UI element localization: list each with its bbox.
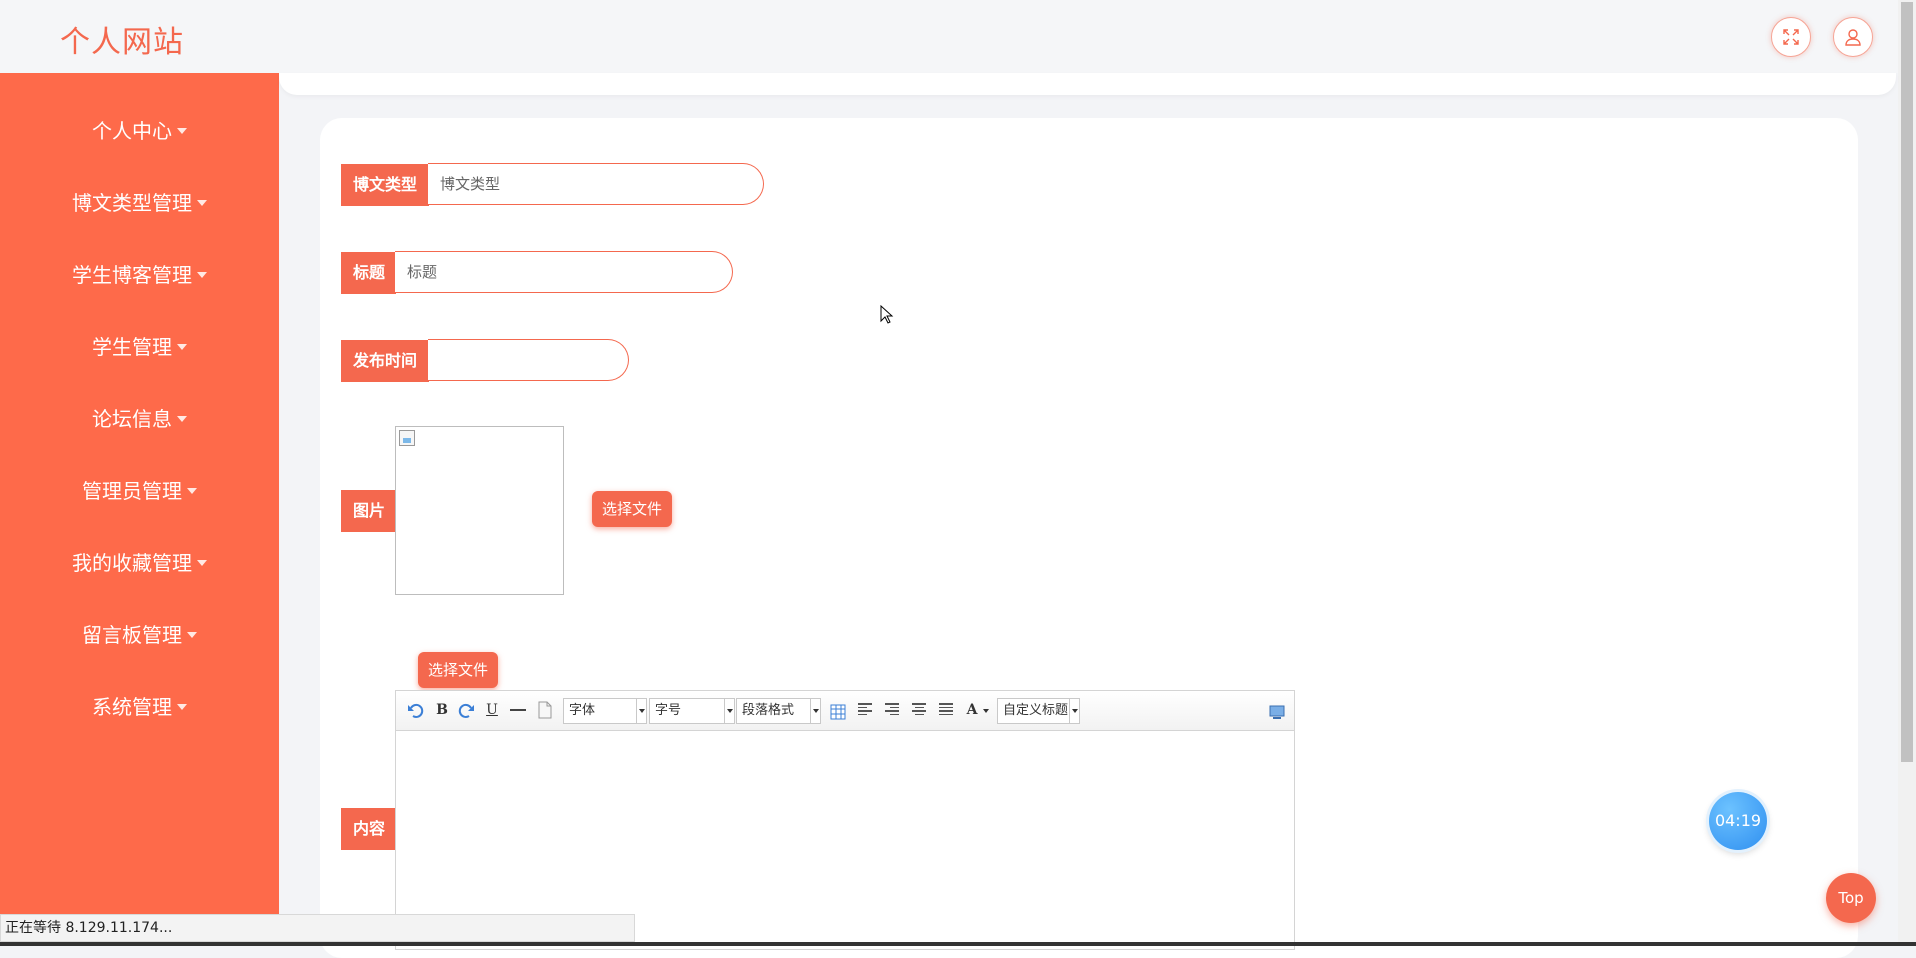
user-button[interactable]	[1833, 17, 1873, 57]
sidebar-item-forum[interactable]: 论坛信息	[0, 399, 279, 439]
caret-down-icon	[197, 271, 207, 278]
expand-arrows-icon	[1783, 29, 1799, 45]
table-icon[interactable]	[830, 702, 846, 722]
type-input[interactable]: 博文类型	[428, 163, 764, 205]
font-color-button[interactable]: A	[965, 700, 979, 720]
font-family-select[interactable]: 字体	[563, 698, 647, 724]
publish-time-label: 发布时间	[341, 340, 429, 382]
caret-down-icon	[187, 487, 197, 494]
align-right-icon[interactable]	[885, 703, 899, 716]
breadcrumb-bar	[279, 73, 1896, 95]
fullscreen-editor-icon[interactable]	[1269, 702, 1285, 722]
font-color-dropdown-icon[interactable]	[983, 709, 989, 713]
vertical-scrollbar[interactable]	[1898, 0, 1916, 946]
redo-icon[interactable]	[458, 701, 476, 721]
underline-button[interactable]: U	[485, 700, 499, 720]
sidebar-item-favorites[interactable]: 我的收藏管理	[0, 543, 279, 583]
sidebar-item-blog-type[interactable]: 博文类型管理	[0, 183, 279, 223]
align-justify-icon[interactable]	[939, 703, 953, 716]
taskbar-edge	[0, 942, 1916, 946]
image-preview	[395, 426, 564, 595]
align-center-icon[interactable]	[912, 703, 926, 716]
sidebar-item-students[interactable]: 学生管理	[0, 327, 279, 367]
align-left-icon[interactable]	[858, 703, 872, 716]
editor-toolbar: B U 字体 字号 段落格式 A 自定义标题	[396, 691, 1294, 731]
back-to-top-button[interactable]: Top	[1826, 873, 1876, 923]
fullscreen-button[interactable]	[1771, 17, 1811, 57]
paragraph-format-select[interactable]: 段落格式	[736, 698, 821, 724]
sidebar-item-admins[interactable]: 管理员管理	[0, 471, 279, 511]
title-label: 标题	[341, 252, 396, 294]
top-header: 个人网站	[0, 0, 1898, 73]
caret-down-icon	[177, 127, 187, 134]
undo-icon[interactable]	[406, 701, 424, 721]
sidebar-item-message-board[interactable]: 留言板管理	[0, 615, 279, 655]
mouse-cursor-icon	[880, 305, 894, 324]
browser-status-bar: 正在等待 8.129.11.174...	[0, 914, 635, 942]
countdown-timer: 04:19	[1709, 792, 1767, 850]
content-choose-file-button[interactable]: 选择文件	[418, 652, 499, 688]
sidebar-item-student-blog[interactable]: 学生博客管理	[0, 255, 279, 295]
horizontal-rule-button[interactable]	[510, 700, 526, 720]
font-size-select[interactable]: 字号	[649, 698, 735, 724]
broken-image-icon	[399, 430, 415, 446]
document-icon[interactable]	[538, 700, 552, 720]
image-choose-file-button[interactable]: 选择文件	[592, 491, 673, 527]
bold-button[interactable]: B	[435, 700, 449, 720]
sidebar-item-personal-center[interactable]: 个人中心	[0, 111, 279, 151]
title-input[interactable]: 标题	[395, 251, 733, 293]
caret-down-icon	[177, 343, 187, 350]
image-label: 图片	[341, 490, 396, 532]
type-label: 博文类型	[341, 164, 429, 206]
caret-down-icon	[197, 559, 207, 566]
rich-text-editor[interactable]: B U 字体 字号 段落格式 A 自定义标题	[395, 690, 1295, 950]
publish-time-input[interactable]	[428, 339, 629, 381]
user-icon	[1845, 29, 1861, 46]
site-title: 个人网站	[60, 25, 184, 60]
content-label: 内容	[341, 808, 396, 850]
custom-title-select[interactable]: 自定义标题	[997, 698, 1080, 724]
caret-down-icon	[197, 199, 207, 206]
caret-down-icon	[177, 703, 187, 710]
sidebar-item-system[interactable]: 系统管理	[0, 687, 279, 727]
caret-down-icon	[187, 631, 197, 638]
caret-down-icon	[177, 415, 187, 422]
sidebar: 个人中心 博文类型管理 学生博客管理 学生管理 论坛信息 管理员管理 我的收藏管…	[0, 73, 279, 946]
